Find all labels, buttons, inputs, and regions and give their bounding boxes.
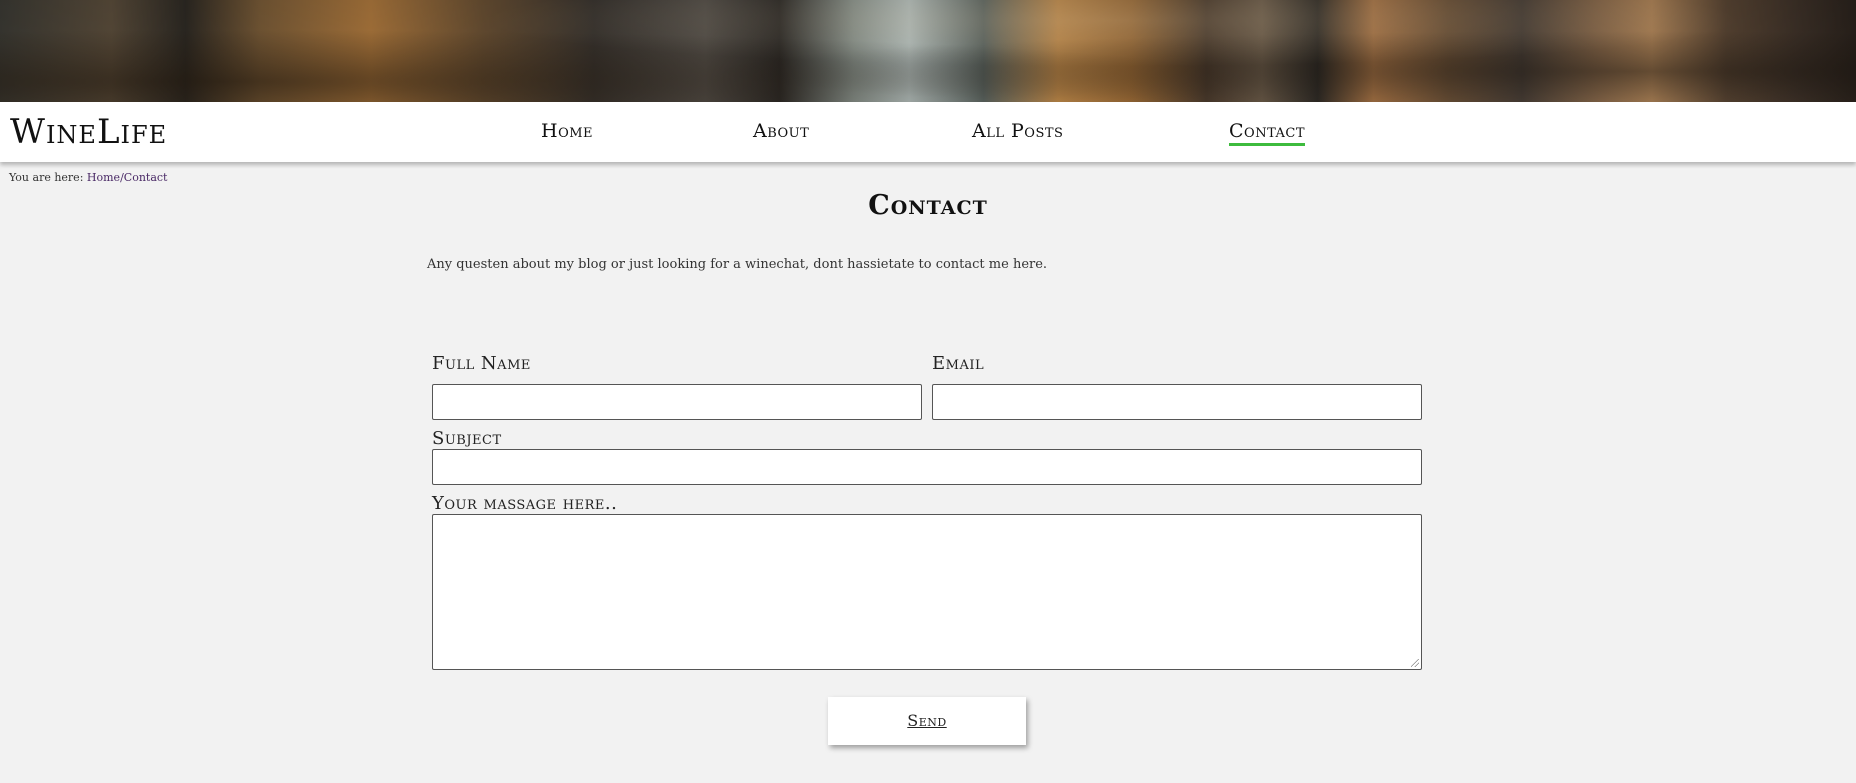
message-label: Your massage here..	[432, 493, 618, 514]
nav-item-contact[interactable]: Contact	[1229, 120, 1306, 146]
page-title: Contact	[868, 190, 988, 221]
hero-banner-image	[0, 0, 1856, 102]
nav-item-all-posts[interactable]: All Posts	[972, 120, 1063, 142]
breadcrumb-home-link[interactable]: Home	[87, 171, 120, 184]
breadcrumb-prefix: You are here:	[9, 171, 84, 184]
nav-item-home[interactable]: Home	[541, 120, 593, 142]
message-textarea[interactable]	[432, 514, 1422, 670]
top-navbar: WineLife Home About All Posts Contact	[0, 102, 1856, 162]
hero-image-overlay	[0, 0, 1856, 102]
intro-text: Any questen about my blog or just lookin…	[427, 257, 1048, 272]
subject-input[interactable]	[432, 449, 1422, 485]
email-label: Email	[932, 353, 985, 374]
subject-label: Subject	[432, 428, 502, 449]
resize-grip-icon[interactable]	[1411, 659, 1419, 667]
nav-item-about[interactable]: About	[753, 120, 809, 142]
breadcrumb-current[interactable]: Contact	[124, 171, 168, 184]
email-input[interactable]	[932, 384, 1422, 420]
site-logo[interactable]: WineLife	[10, 112, 167, 152]
breadcrumb: You are here: Home/Contact	[9, 171, 167, 184]
full-name-input[interactable]	[432, 384, 922, 420]
send-button[interactable]: Send	[828, 697, 1026, 745]
full-name-label: Full Name	[432, 353, 531, 374]
